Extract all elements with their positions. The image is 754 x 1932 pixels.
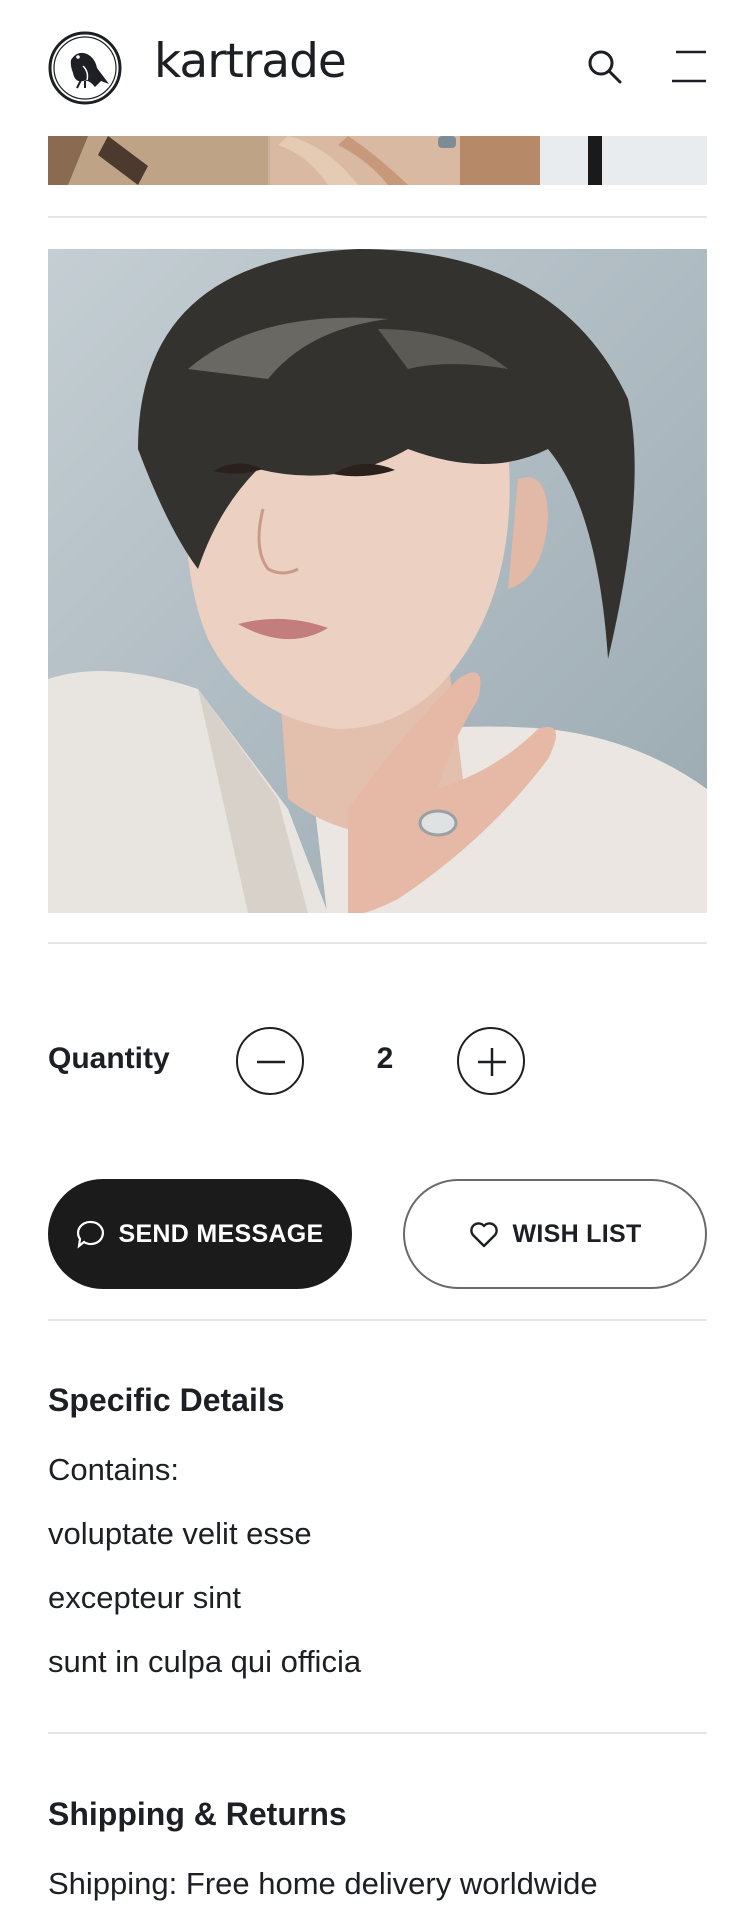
separator [48,942,707,944]
brand-name[interactable]: kartrade [154,34,347,89]
details-line: excepteur sint [48,1580,241,1615]
product-image-partial[interactable] [48,136,707,185]
shipping-heading: Shipping & Returns [48,1796,347,1832]
details-line: sunt in culpa qui officia [48,1644,362,1679]
quantity-increment-button[interactable] [457,1027,525,1095]
quantity-label: Quantity [48,1042,170,1075]
minus-icon [257,1060,285,1064]
brand-logo-icon[interactable] [47,30,123,106]
product-image[interactable] [48,249,707,913]
quantity-decrement-button[interactable] [236,1027,304,1095]
send-message-label: SEND MESSAGE [118,1219,324,1248]
plus-icon [478,1048,506,1076]
separator [48,1319,707,1321]
heart-icon [470,1222,499,1248]
separator [48,216,707,218]
quantity-value: 2 [376,1042,394,1075]
wish-list-label: WISH LIST [512,1219,642,1248]
site-header: kartrade [0,0,754,136]
chat-bubble-icon [77,1220,105,1249]
details-line: voluptate velit esse [48,1516,312,1551]
send-message-button[interactable]: SEND MESSAGE [48,1179,352,1289]
menu-icon[interactable] [670,50,708,84]
separator [48,1732,707,1734]
details-heading: Specific Details [48,1382,285,1418]
wish-list-button[interactable]: WISH LIST [403,1179,707,1289]
shipping-line: Shipping: Free home delivery worldwide [48,1866,598,1901]
search-icon[interactable] [586,48,624,86]
details-line: Contains: [48,1452,179,1487]
